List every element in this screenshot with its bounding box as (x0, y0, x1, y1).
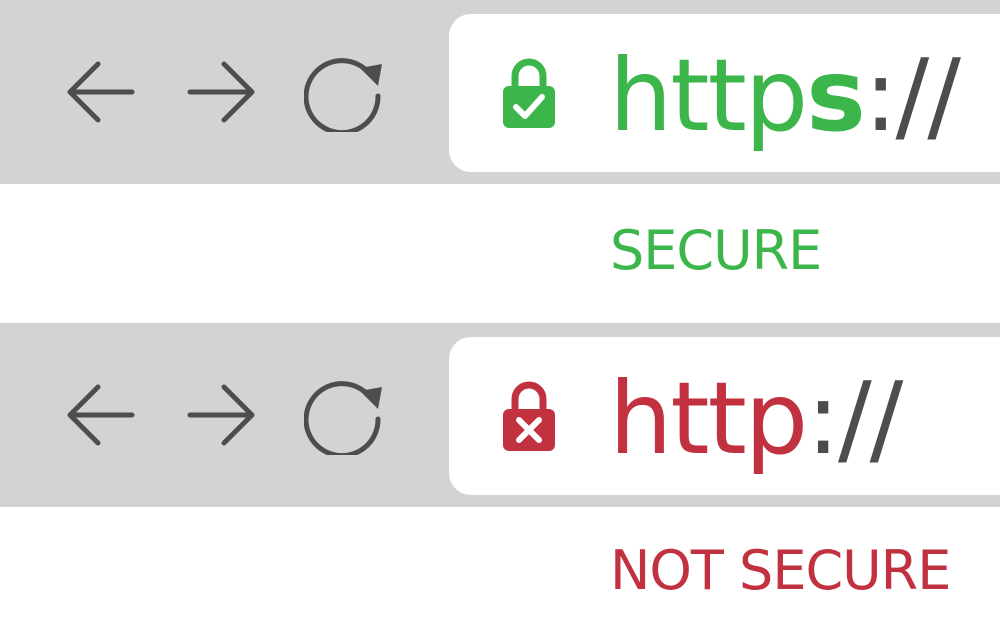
url-scheme: http (609, 37, 808, 154)
url-separator: :// (863, 37, 961, 154)
address-bar-secure[interactable]: https:// (449, 14, 1000, 172)
forward-arrow-icon[interactable] (182, 375, 262, 455)
back-arrow-icon[interactable] (60, 52, 140, 132)
url-text-secure: https:// (609, 36, 961, 156)
reload-icon[interactable] (304, 375, 384, 455)
forward-arrow-icon[interactable] (182, 52, 262, 132)
secure-browser-toolbar: https:// (0, 0, 1000, 184)
url-scheme-secure-suffix: s (806, 37, 866, 154)
url-text-insecure: http:// (609, 359, 903, 479)
status-label-insecure: NOT SECURE (610, 539, 951, 602)
url-separator: :// (806, 360, 903, 477)
reload-icon[interactable] (304, 52, 384, 132)
status-label-secure: SECURE (610, 219, 822, 282)
insecure-browser-toolbar: http:// (0, 323, 1000, 507)
lock-x-icon (501, 381, 557, 453)
address-bar-insecure[interactable]: http:// (449, 337, 1000, 495)
back-arrow-icon[interactable] (60, 375, 140, 455)
url-scheme: http (609, 360, 808, 477)
lock-check-icon (501, 58, 557, 130)
